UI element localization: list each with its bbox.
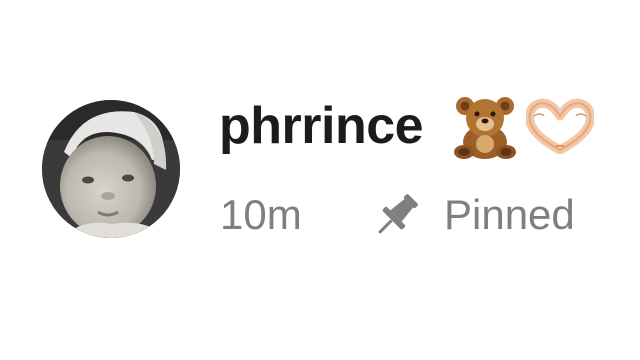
profile-avatar[interactable] [42, 100, 180, 238]
heart-hands-emoji [526, 98, 594, 154]
avatar-photo [42, 100, 180, 238]
teddy-bear-emoji [454, 97, 516, 159]
username[interactable]: phrrince [219, 96, 424, 156]
pushpin-icon [378, 194, 418, 234]
post-timestamp: 10m [220, 191, 302, 238]
post-header: phrrince 10m Pinned [0, 0, 640, 360]
pinned-label: Pinned [444, 191, 575, 238]
